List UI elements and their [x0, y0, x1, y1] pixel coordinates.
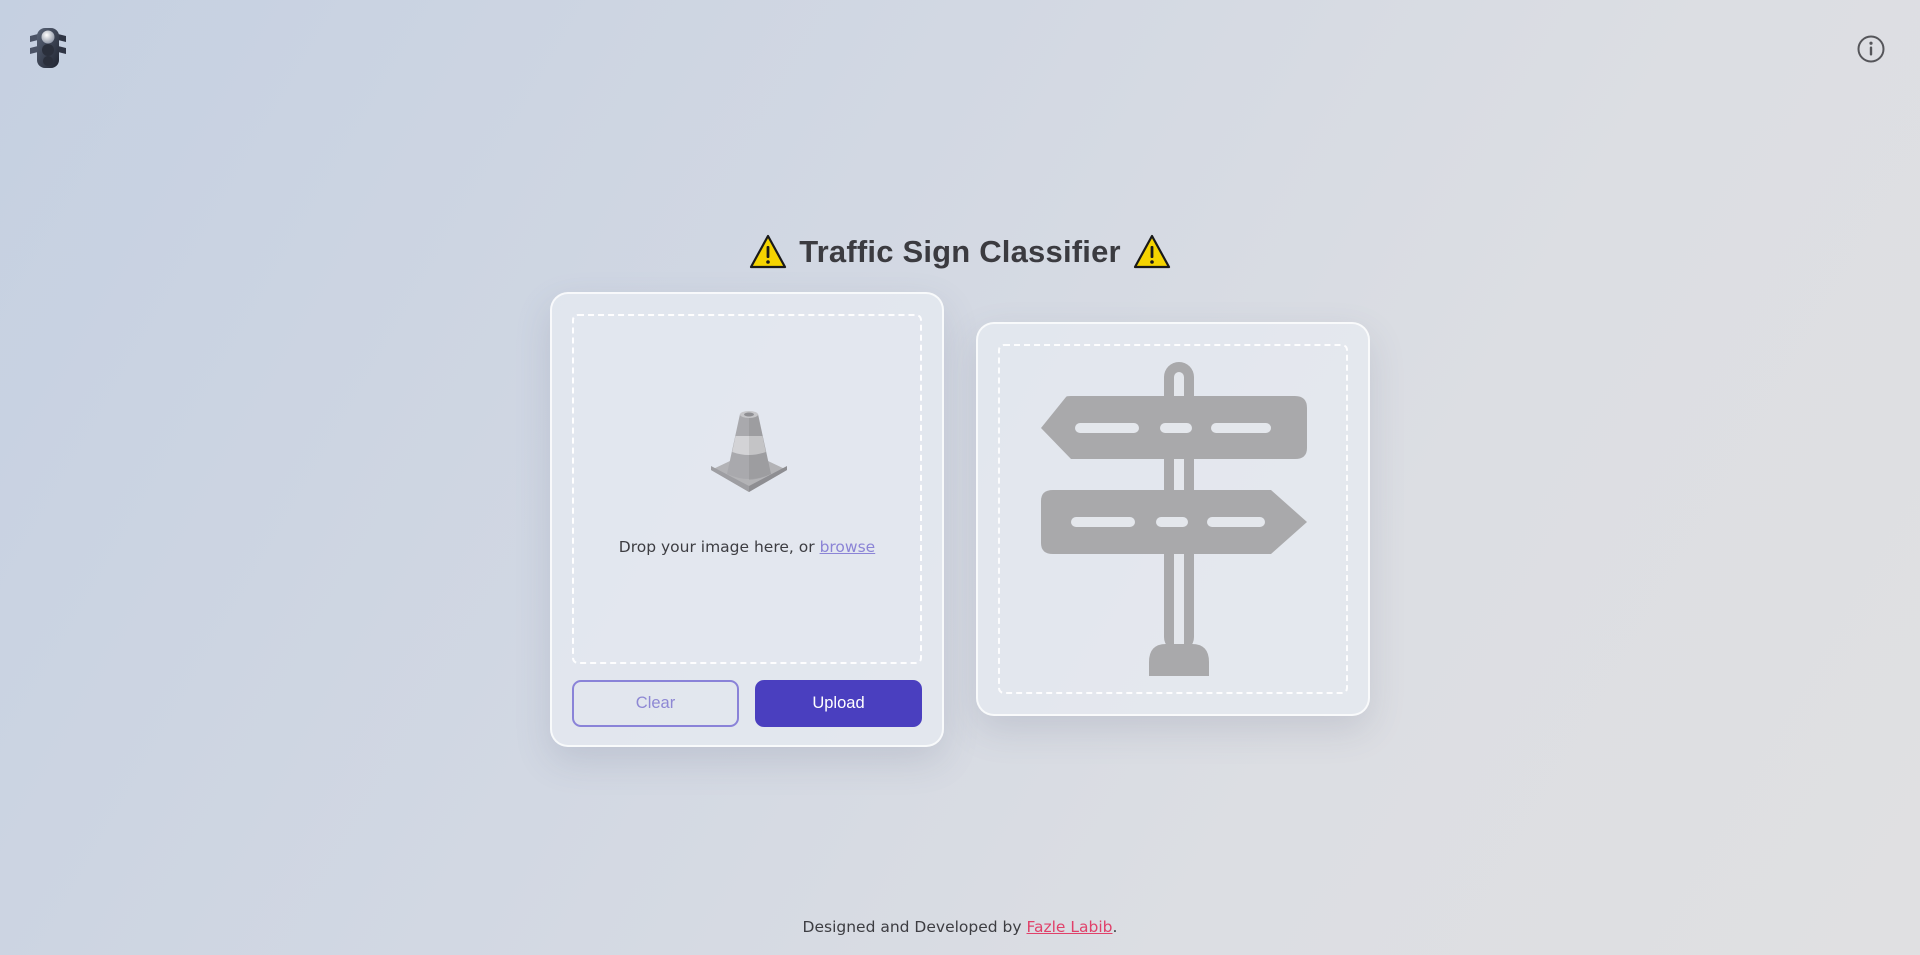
traffic-light-logo-icon — [28, 26, 68, 70]
dropzone-text: Drop your image here, or — [618, 538, 820, 556]
clear-button[interactable]: Clear — [572, 680, 739, 727]
result-card — [976, 322, 1370, 716]
dropzone-instructions: Drop your image here, or browse — [574, 538, 920, 556]
footer-suffix: . — [1112, 918, 1118, 936]
info-button[interactable] — [1856, 34, 1886, 64]
warning-sign-icon — [750, 234, 787, 269]
traffic-cone-icon — [711, 411, 787, 492]
image-dropzone[interactable]: Drop your image here, or browse — [572, 314, 922, 664]
info-circle-icon — [1857, 35, 1885, 63]
author-link[interactable]: Fazle Labib — [1027, 918, 1113, 936]
footer-prefix: Designed and Developed by — [802, 918, 1027, 936]
upload-card: Drop your image here, or browse Clear Up… — [550, 292, 944, 747]
signpost-icon — [1041, 362, 1307, 676]
page-title: Traffic Sign Classifier — [799, 234, 1121, 269]
browse-link[interactable]: browse — [820, 538, 876, 556]
upload-button[interactable]: Upload — [755, 680, 922, 727]
warning-sign-icon — [1133, 234, 1170, 269]
footer-credit: Designed and Developed by Fazle Labib. — [0, 918, 1920, 936]
page-title-row: Traffic Sign Classifier — [0, 230, 1920, 274]
